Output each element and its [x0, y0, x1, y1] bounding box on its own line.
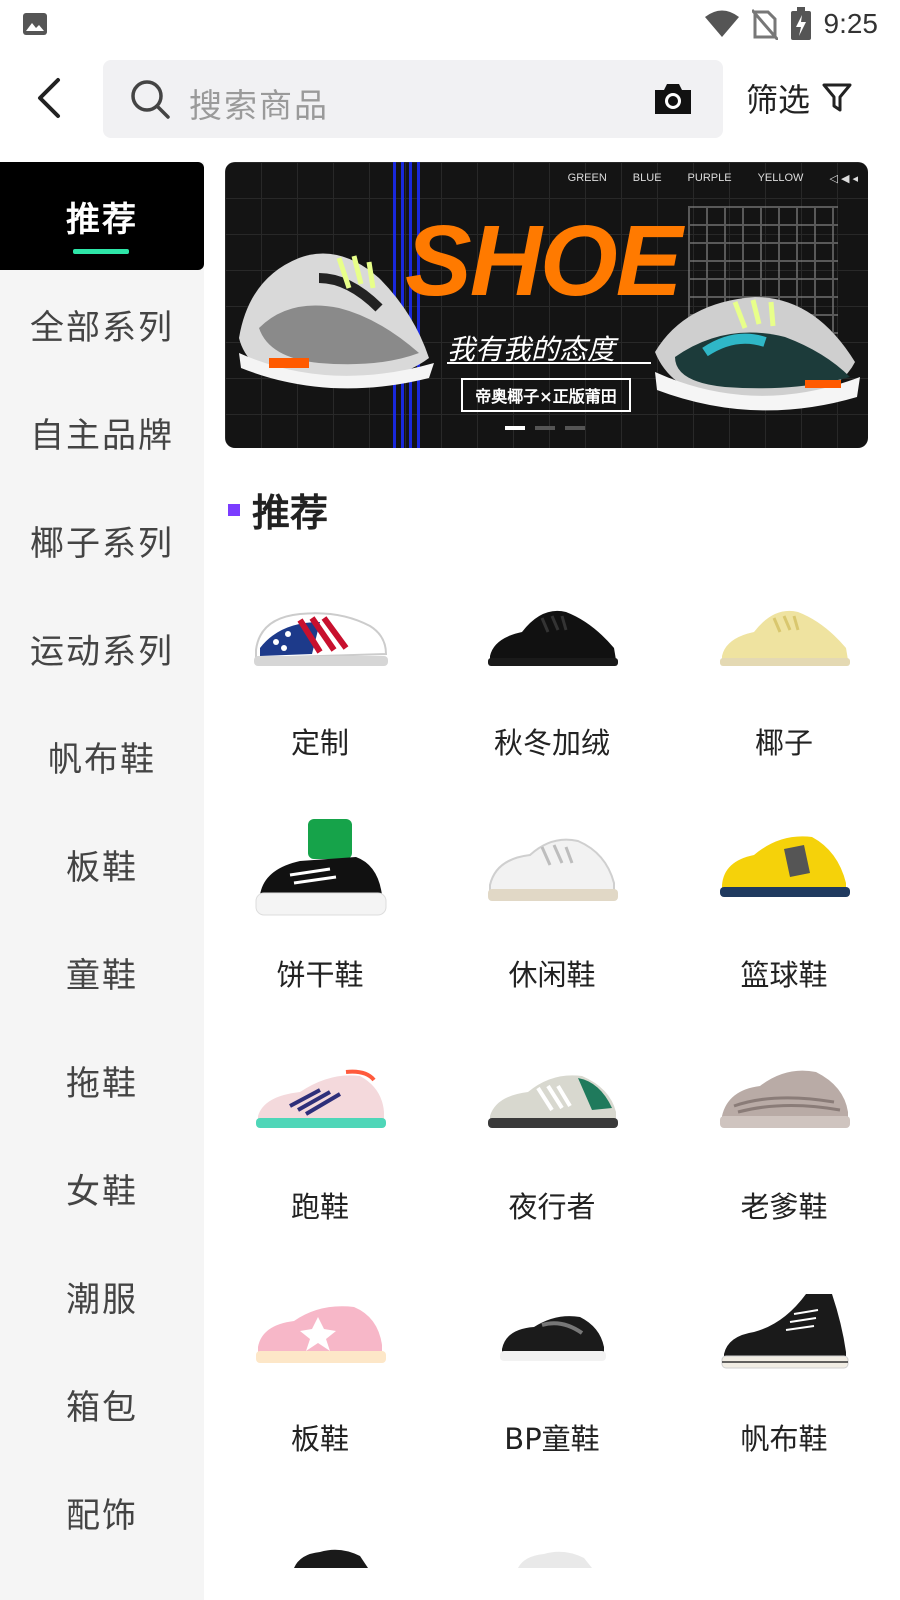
category-item-bp-kids-shoes[interactable]: BP童鞋	[436, 1264, 668, 1504]
sidebar-item-yeezy-series[interactable]: 椰子系列	[0, 486, 204, 594]
sidebar-item-label: 配饰	[66, 1495, 138, 1536]
sidebar-item-womens-shoes[interactable]: 女鞋	[0, 1134, 204, 1242]
partial-shoe-image	[518, 1551, 592, 1568]
category-item-basketball-shoes[interactable]: 篮球鞋	[668, 800, 900, 1040]
sidebar-item-own-brand[interactable]: 自主品牌	[0, 378, 204, 486]
category-label: BP童鞋	[504, 1422, 600, 1456]
sidebar-item-label: 女鞋	[66, 1171, 138, 1212]
category-item-skate-shoes[interactable]: 板鞋	[204, 1264, 436, 1504]
filter-button[interactable]: 筛选	[746, 76, 852, 120]
sidebar-item-all-series[interactable]: 全部系列	[0, 270, 204, 378]
section-marker	[228, 503, 240, 516]
category-item-canvas-shoes[interactable]: 帆布鞋	[668, 1264, 900, 1504]
canvas-shoe-icon	[721, 1294, 849, 1369]
category-label: 休闲鞋	[508, 958, 596, 992]
section-title: 推荐	[252, 491, 329, 535]
category-item-dad-shoes[interactable]: 老爹鞋	[668, 1032, 900, 1272]
yellow-basketball-shoe-icon	[720, 836, 850, 897]
sidebar-item-label: 潮服	[66, 1279, 138, 1320]
category-label: 定制	[290, 726, 349, 760]
category-label: 秋冬加绒	[493, 726, 610, 760]
color-label: YELLOW	[757, 172, 804, 184]
gallery-notification-icon	[23, 13, 47, 35]
category-item-fall-winter-fleece[interactable]: 秋冬加绒	[436, 568, 668, 808]
sidebar-item-label: 自主品牌	[30, 415, 174, 456]
sidebar-item-label: 箱包	[66, 1387, 138, 1428]
top-bar: 搜索商品 筛选	[0, 58, 900, 138]
sidebar-item-sports-series[interactable]: 运动系列	[0, 594, 204, 702]
sidebar-item-label: 全部系列	[30, 307, 174, 348]
yeezy-sneaker-icon	[720, 610, 850, 666]
search-icon	[131, 80, 170, 119]
sidebar-item-label: 童鞋	[66, 955, 138, 996]
carousel-dot[interactable]	[565, 426, 585, 430]
running-shoe-icon	[256, 1069, 386, 1128]
banner-color-row: GREEN BLUE PURPLE YELLOW ◁ ◀ ◂	[568, 172, 858, 185]
category-sidebar: 推荐 全部系列 自主品牌 椰子系列 运动系列 帆布鞋 板鞋 童鞋 拖鞋 女鞋 潮…	[0, 162, 204, 1600]
status-bar: 9:25	[0, 0, 900, 48]
back-arrow-icon[interactable]	[30, 76, 70, 120]
banner-headline: SHOE	[405, 205, 682, 317]
sidebar-item-label: 运动系列	[30, 631, 174, 672]
category-label: 篮球鞋	[740, 958, 828, 992]
active-indicator	[73, 249, 129, 254]
color-label: BLUE	[632, 172, 662, 184]
sidebar-item-label: 拖鞋	[66, 1063, 138, 1104]
custom-shoe-icon	[254, 612, 388, 666]
sidebar-item-recommend[interactable]: 推荐	[0, 162, 204, 270]
banner-divider	[447, 362, 651, 364]
yeezy-shoe-right-image	[655, 297, 860, 411]
sidebar-item-kids-shoes[interactable]: 童鞋	[0, 918, 204, 1026]
filter-label: 筛选	[746, 81, 811, 119]
battery-charging-icon	[790, 7, 811, 40]
sidebar-item-accessories[interactable]: 配饰	[0, 1458, 204, 1566]
sidebar-item-label: 帆布鞋	[48, 739, 156, 780]
wifi-icon	[704, 10, 739, 37]
carousel-dot[interactable]	[535, 426, 555, 430]
sock-sneaker-icon	[255, 819, 387, 916]
carousel-indicator	[505, 426, 585, 430]
category-item-biscuit-shoes[interactable]: 饼干鞋	[204, 800, 436, 1040]
search-bar[interactable]: 搜索商品	[103, 60, 723, 138]
dad-shoe-icon	[720, 1070, 850, 1128]
banner-nav-arrows-icon: ◁ ◀ ◂	[829, 173, 858, 185]
section-header: 推荐	[228, 482, 328, 537]
category-item-yeezy[interactable]: 椰子	[668, 568, 900, 808]
partial-shoe-image	[294, 1549, 368, 1568]
color-label: GREEN	[567, 172, 607, 184]
sidebar-item-skate-shoes[interactable]: 板鞋	[0, 810, 204, 918]
category-label: 老爹鞋	[740, 1190, 828, 1224]
category-label: 板鞋	[290, 1422, 349, 1456]
sidebar-item-label: 椰子系列	[30, 523, 174, 564]
sidebar-item-bags[interactable]: 箱包	[0, 1350, 204, 1458]
category-label: 饼干鞋	[276, 958, 364, 992]
sidebar-item-label: 板鞋	[66, 847, 138, 888]
kids-shoe-icon	[500, 1316, 606, 1361]
sidebar-item-streetwear[interactable]: 潮服	[0, 1242, 204, 1350]
category-item-nite-jogger[interactable]: 夜行者	[436, 1032, 668, 1272]
clock: 9:25	[823, 8, 879, 39]
category-label: 帆布鞋	[740, 1422, 828, 1456]
black-sneaker-icon	[488, 610, 618, 666]
category-item-custom[interactable]: 定制	[204, 568, 436, 808]
sidebar-item-canvas-shoes[interactable]: 帆布鞋	[0, 702, 204, 810]
nite-jogger-icon	[488, 1075, 618, 1128]
no-sim-icon	[751, 9, 778, 40]
white-sneaker-icon	[488, 838, 618, 901]
sidebar-item-slippers[interactable]: 拖鞋	[0, 1026, 204, 1134]
category-item-running-shoes[interactable]: 跑鞋	[204, 1032, 436, 1272]
camera-icon[interactable]	[653, 82, 693, 116]
search-placeholder: 搜索商品	[189, 86, 329, 125]
category-item-casual-shoes[interactable]: 休闲鞋	[436, 800, 668, 1040]
banner-tag: 帝奥椰子×正版莆田	[461, 378, 631, 412]
pink-skate-shoe-icon	[256, 1306, 386, 1363]
category-label: 跑鞋	[290, 1190, 349, 1224]
carousel-dot[interactable]	[505, 426, 525, 430]
category-label: 椰子	[754, 726, 813, 760]
color-label: PURPLE	[687, 172, 732, 184]
funnel-icon	[822, 83, 852, 112]
promo-banner[interactable]: GREEN BLUE PURPLE YELLOW ◁ ◀ ◂ SHOE 我有我的…	[225, 162, 868, 448]
sidebar-item-label: 推荐	[66, 199, 138, 240]
category-label: 夜行者	[508, 1190, 596, 1224]
